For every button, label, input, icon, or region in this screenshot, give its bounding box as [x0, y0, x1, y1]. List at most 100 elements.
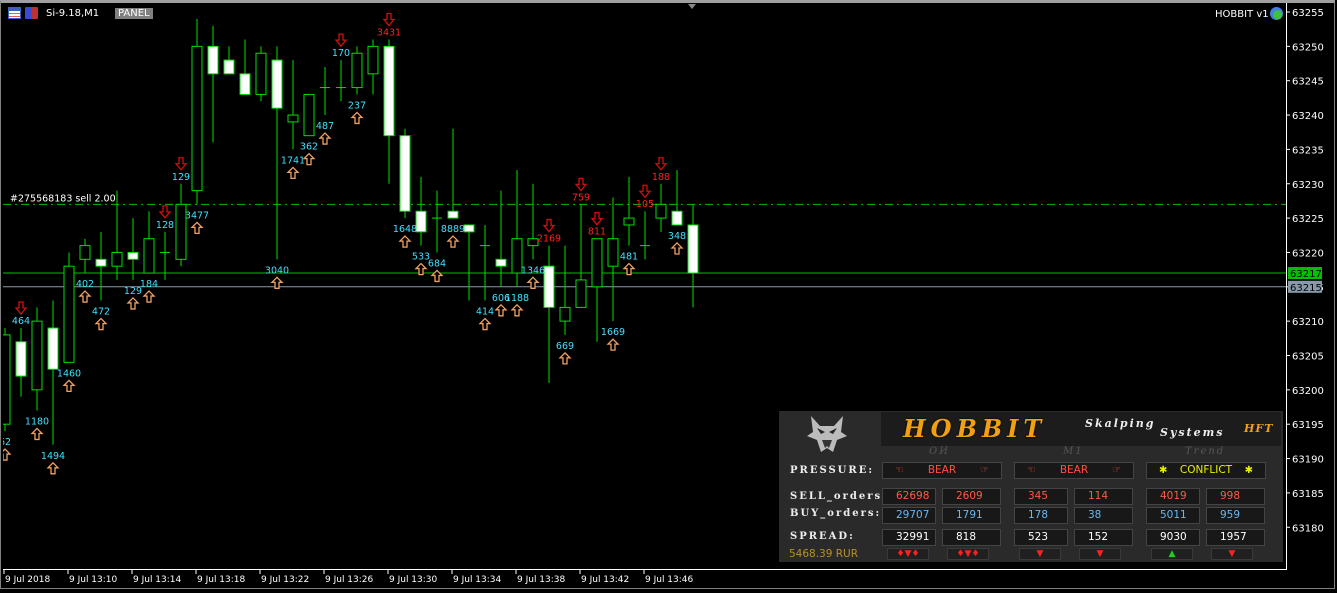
- star-icon: ✱: [1244, 465, 1253, 476]
- down-arrow-icon: [382, 12, 396, 27]
- up-arrow-icon: [302, 152, 316, 166]
- spread-value: 9030: [1146, 529, 1200, 546]
- table-icon[interactable]: [8, 7, 21, 19]
- up-arrow-icon: [190, 221, 204, 235]
- up-arrow-icon: [126, 297, 140, 310]
- buy-value: 38: [1074, 507, 1133, 524]
- candle: [543, 245, 555, 383]
- x-tick-label: 9 Jul 13:14: [133, 575, 182, 585]
- candle-body-bull: [575, 279, 587, 308]
- up-arrow-icon: [558, 351, 572, 365]
- down-arrow-icon: [654, 157, 668, 171]
- candle: [480, 224, 490, 301]
- signal-down: 105: [636, 184, 654, 210]
- y-tick-label: 63205: [1292, 352, 1324, 363]
- y-tick-label: 63180: [1292, 523, 1324, 534]
- candle-body-bull: [367, 45, 379, 75]
- candle: [175, 183, 187, 267]
- signal-volume-label: 3477: [185, 210, 209, 221]
- chart-shift-marker-icon[interactable]: [688, 4, 696, 9]
- candle: [575, 204, 587, 308]
- signal-down: 3431: [377, 12, 401, 38]
- candle: [127, 218, 139, 280]
- candle-body-bull: [31, 320, 43, 391]
- up-arrow-icon: [510, 303, 524, 317]
- candle: [607, 197, 619, 322]
- y-tick-label: 63200: [1292, 386, 1324, 397]
- signal-up: 1460: [57, 368, 81, 393]
- candle: [399, 128, 411, 219]
- buy-value: 29707: [882, 507, 936, 524]
- signal-up: 1346: [521, 265, 545, 289]
- signal-up: 1494: [41, 451, 65, 475]
- candle: [432, 190, 442, 253]
- down-arrow-icon: [638, 184, 652, 199]
- candle-body-bull: [191, 45, 203, 192]
- account-balance: 5468.39 RUR: [789, 548, 859, 560]
- y-tick-label: 63245: [1292, 77, 1324, 88]
- candle: [3, 328, 11, 432]
- signal-volume-label: 188: [652, 172, 670, 183]
- signal-volume-label: 402: [76, 279, 94, 290]
- signal-volume-label: 1741: [281, 155, 305, 166]
- candle: [303, 93, 315, 137]
- down-arrow-icon: [334, 33, 348, 48]
- candle-body-bear: [239, 73, 251, 95]
- sell-value: 2609: [942, 488, 1001, 505]
- x-tick-label: 9 Jul 13:18: [197, 575, 246, 585]
- up-arrow-icon: [30, 427, 44, 441]
- signal-indicator: ♦▼♦: [887, 548, 929, 560]
- panel-button[interactable]: PANEL: [115, 8, 153, 19]
- candle: [31, 307, 43, 411]
- signal-volume-label: 487: [316, 121, 334, 132]
- spread-value: 818: [942, 529, 1001, 546]
- signal-volume-label: 3040: [265, 265, 289, 276]
- signal-up: 402: [76, 279, 94, 303]
- candle: [495, 190, 507, 287]
- y-tick-label: 63220: [1292, 248, 1324, 259]
- x-tick-label: 9 Jul 13:30: [389, 575, 438, 585]
- candle: [271, 46, 283, 260]
- candle-body-bear: [15, 341, 27, 377]
- signal-volume-label: 62: [3, 437, 11, 448]
- spread-value: 523: [1014, 529, 1068, 546]
- y-tick-label: 63185: [1292, 489, 1324, 500]
- signal-indicator: ▼: [1019, 548, 1061, 560]
- signal-down: 2169: [537, 218, 561, 245]
- candle: [415, 176, 427, 246]
- y-tick-label: 63210: [1292, 317, 1324, 328]
- candle-body-bear: [543, 265, 555, 308]
- signal-volume-label: 414: [476, 307, 494, 318]
- up-arrow-icon: [78, 290, 92, 303]
- candle: [367, 39, 379, 95]
- candle: [320, 66, 330, 116]
- candle: [336, 60, 346, 102]
- sell-value: 62698: [882, 488, 936, 505]
- candle-body-bull: [79, 245, 91, 260]
- expert-advisor-icon[interactable]: [1270, 7, 1283, 20]
- x-tick-label: 9 Jul 13:10: [69, 575, 118, 585]
- candle-body-bear: [463, 224, 475, 233]
- column-title-oi: OИ: [929, 446, 950, 457]
- signal-up: 348: [668, 231, 686, 255]
- signal-up: 1741: [281, 155, 305, 180]
- buy-value: 178: [1014, 507, 1068, 524]
- signal-up: 8889: [441, 224, 465, 248]
- candle-body-bear: [687, 224, 699, 274]
- candle: [15, 328, 27, 397]
- sell-value: 114: [1074, 488, 1133, 505]
- down-arrow-icon: [158, 205, 172, 219]
- signal-volume-label: 129: [172, 172, 190, 183]
- candle-body-bull: [607, 238, 619, 267]
- signal-down: 759: [572, 177, 590, 203]
- signal-up: 472: [92, 307, 110, 331]
- signal-volume-label: 170: [332, 48, 350, 59]
- candle-body-bear: [399, 135, 411, 212]
- star-icon: ✱: [1159, 465, 1168, 476]
- candle-body-bull: [3, 334, 11, 425]
- candle-body-bull: [143, 238, 155, 274]
- signal-up: 1180: [25, 416, 49, 441]
- signal-volume-label: 464: [12, 316, 30, 327]
- candle-body-bull: [559, 306, 571, 322]
- save-icon[interactable]: [25, 7, 38, 19]
